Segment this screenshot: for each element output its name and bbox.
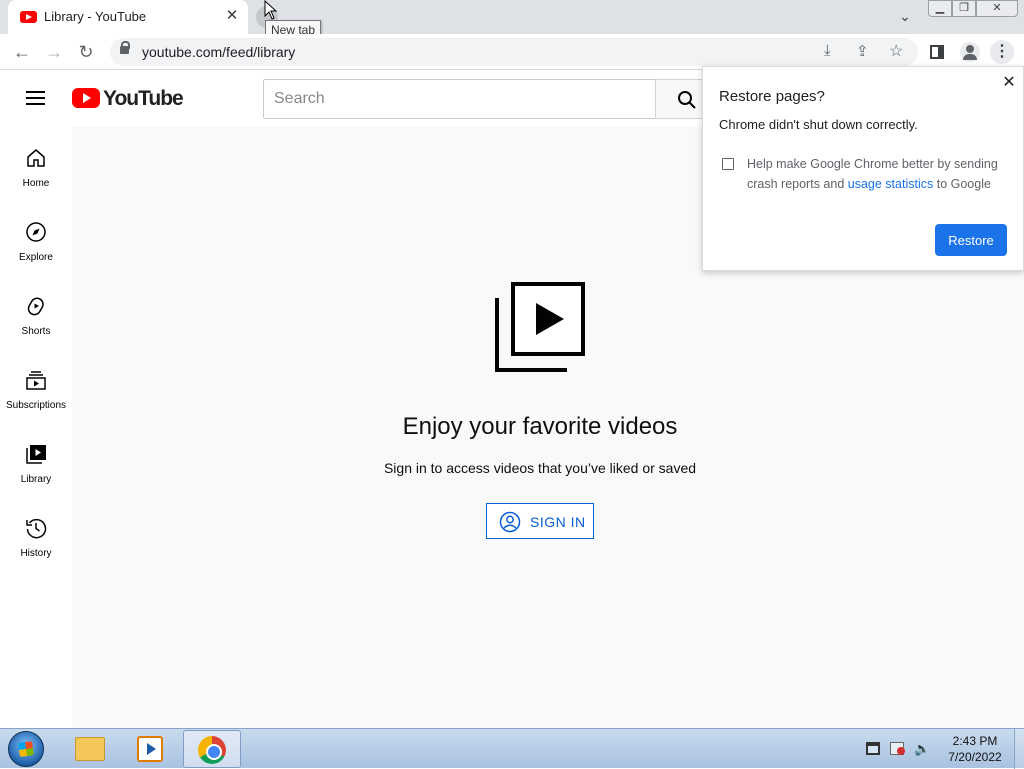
forward-arrow-icon[interactable]: → [44, 42, 64, 62]
youtube-favicon-icon [20, 11, 37, 23]
profile-person-icon [966, 45, 974, 53]
library-icon [26, 445, 46, 464]
sidebar-item-shorts[interactable]: Shorts [0, 275, 72, 349]
show-desktop-button[interactable] [1014, 729, 1024, 769]
taskbar-explorer[interactable] [61, 730, 119, 768]
crash-report-label-end: to Google [936, 177, 991, 191]
profile-shoulders-icon [963, 54, 977, 60]
search-icon [678, 91, 696, 109]
tab-library-youtube[interactable]: Library - YouTube ✕ [8, 0, 248, 34]
lock-icon[interactable] [120, 41, 130, 54]
restore-pages-dialog: ✕ Restore pages? Chrome didn't shut down… [702, 66, 1024, 271]
tab-search-icon[interactable]: ⌄ [896, 8, 914, 26]
taskbar-media-player[interactable] [122, 730, 180, 768]
bookmark-star-icon[interactable]: ☆ [889, 41, 903, 61]
sidebar-item-library[interactable]: Library [0, 423, 72, 497]
sidebar-item-home[interactable]: Home [0, 127, 72, 201]
address-bar[interactable]: youtube.com/feed/library ⤓ ⇪ ☆ [110, 38, 918, 66]
network-icon[interactable] [866, 742, 880, 755]
dialog-message: Chrome didn't shut down correctly. [719, 117, 918, 132]
dialog-title: Restore pages? [719, 88, 825, 105]
install-icon[interactable]: ⤓ [824, 42, 831, 59]
chrome-icon [198, 736, 226, 764]
sidebar-item-label: Home [22, 178, 50, 189]
sidebar-item-label: Explore [19, 252, 53, 263]
menu-kebab-icon[interactable]: ⋮ [990, 40, 1014, 64]
restore-button[interactable]: Restore [935, 224, 1007, 256]
sidebar-item-label: History [20, 548, 52, 559]
youtube-logo-icon[interactable] [72, 88, 100, 108]
clock-time: 2:43 PM [952, 734, 998, 748]
sidebar-item-explore[interactable]: Explore [0, 201, 72, 275]
sidebar-item-label: Library [20, 474, 52, 485]
mouse-cursor-icon [264, 0, 278, 20]
sidebar-item-label: Subscriptions [5, 400, 67, 411]
sign-in-button[interactable]: SIGN IN [486, 503, 594, 539]
flag-error-icon [897, 747, 905, 755]
page-subtext: Sign in to access videos that you’ve lik… [383, 460, 697, 476]
tab-title: Library - YouTube [44, 9, 147, 24]
shorts-icon [27, 297, 44, 316]
home-icon [27, 149, 45, 167]
share-icon[interactable]: ⇪ [856, 42, 869, 60]
search-input[interactable] [263, 79, 656, 119]
sidebar-item-history[interactable]: History [0, 497, 72, 571]
sidebar-item-label: Shorts [21, 326, 51, 337]
library-play-icon [495, 282, 585, 372]
tab-close-button[interactable]: ✕ [222, 6, 242, 26]
tab-strip: Library - YouTube ✕ ⌄ ▁ ❐ ✕ [0, 0, 1024, 34]
page-heading: Enjoy your favorite videos [402, 413, 678, 440]
start-button-icon[interactable] [8, 731, 44, 767]
youtube-logo-text[interactable]: YouTube [103, 87, 184, 111]
hamburger-menu-icon[interactable] [26, 91, 45, 105]
folder-icon [75, 737, 105, 761]
crash-report-checkbox[interactable] [722, 158, 734, 170]
reload-icon[interactable]: ↻ [76, 42, 96, 62]
url-text[interactable]: youtube.com/feed/library [142, 44, 295, 60]
close-window-button[interactable]: ✕ [976, 0, 1018, 17]
browser-toolbar: ← → ↻ youtube.com/feed/library ⤓ ⇪ ☆ ⋮ [0, 34, 1024, 70]
back-arrow-icon[interactable]: ← [12, 42, 32, 62]
history-icon [26, 518, 47, 539]
system-clock[interactable]: 2:43 PM 7/20/2022 [940, 733, 1010, 765]
clock-date: 7/20/2022 [948, 750, 1002, 764]
usage-statistics-link[interactable]: usage statistics [848, 177, 933, 191]
volume-icon[interactable]: 🔈 [914, 742, 930, 755]
action-center-flag-icon[interactable] [890, 742, 905, 755]
side-panel-icon[interactable] [930, 45, 944, 59]
sidebar: Home Explore Shorts Subscriptions Librar… [0, 127, 72, 728]
media-player-icon [137, 736, 163, 762]
taskbar-chrome[interactable] [183, 730, 241, 768]
taskbar: 🔈 2:43 PM 7/20/2022 [0, 728, 1024, 769]
crash-report-text: Help make Google Chrome better by sendin… [747, 154, 1007, 194]
subscriptions-icon [26, 371, 46, 390]
sign-in-label: SIGN IN [530, 514, 586, 530]
sidebar-item-subscriptions[interactable]: Subscriptions [0, 349, 72, 423]
maximize-button[interactable]: ❐ [952, 0, 976, 17]
account-circle-icon [499, 511, 521, 533]
minimize-button[interactable]: ▁ [928, 0, 952, 17]
close-dialog-button[interactable]: ✕ [999, 73, 1019, 93]
compass-icon [26, 222, 46, 242]
